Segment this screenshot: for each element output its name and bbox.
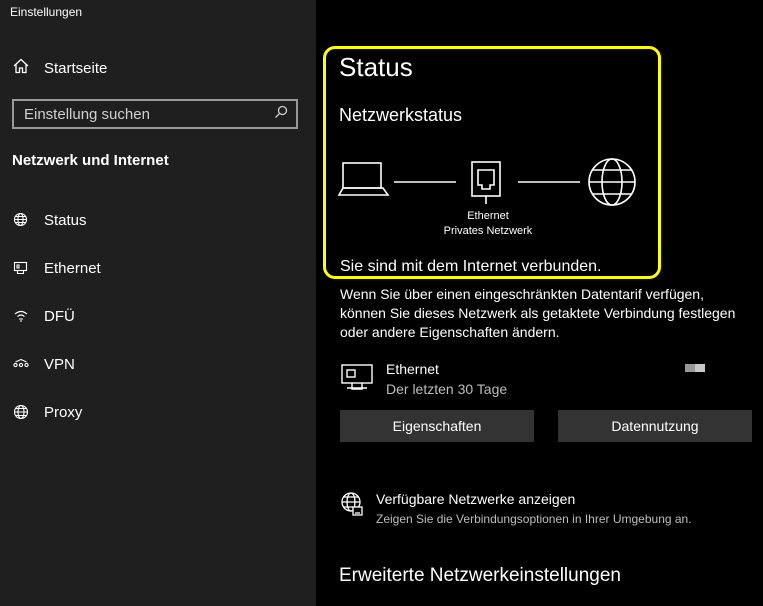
connection-subtitle: Der letzten 30 Tage bbox=[386, 381, 508, 397]
network-status-title: Netzwerkstatus bbox=[339, 105, 463, 125]
internet-globe-icon bbox=[588, 158, 636, 206]
window-title: Einstellungen bbox=[10, 5, 83, 19]
sidebar-item-dialup[interactable]: DFÜ bbox=[12, 305, 75, 327]
properties-button[interactable]: Eigenschaften bbox=[340, 410, 534, 442]
sidebar-item-vpn[interactable]: VPN bbox=[12, 353, 75, 375]
search-box[interactable] bbox=[12, 99, 298, 129]
sidebar-item-label: DFÜ bbox=[44, 307, 75, 325]
available-networks-icon bbox=[340, 491, 364, 522]
search-icon[interactable] bbox=[274, 105, 288, 124]
globe-network-icon bbox=[12, 212, 30, 228]
available-networks-title: Verfügbare Netzwerke anzeigen bbox=[376, 491, 576, 507]
data-usage-indicator bbox=[685, 364, 705, 372]
vpn-icon bbox=[12, 356, 30, 372]
home-icon bbox=[12, 57, 30, 79]
sidebar-item-status[interactable]: Status bbox=[12, 209, 87, 231]
adapter-name: Ethernet bbox=[467, 210, 509, 222]
sidebar-item-label: Ethernet bbox=[44, 259, 101, 277]
sidebar-item-proxy[interactable]: Proxy bbox=[12, 401, 82, 423]
ethernet-port-icon bbox=[471, 161, 501, 204]
ethernet-connection-row: Ethernet Der letzten 30 Tage bbox=[340, 360, 720, 400]
advanced-settings-title: Erweiterte Netzwerkeinstellungen bbox=[339, 565, 621, 586]
ethernet-pc-icon bbox=[340, 362, 374, 399]
search-input[interactable] bbox=[24, 105, 274, 123]
dialup-icon bbox=[12, 308, 30, 324]
ethernet-icon bbox=[12, 260, 30, 276]
sidebar-item-label: Status bbox=[44, 211, 87, 229]
sidebar-item-ethernet[interactable]: Ethernet bbox=[12, 257, 101, 279]
connected-status-text: Sie sind mit dem Internet verbunden. bbox=[340, 258, 602, 275]
home-link[interactable]: Startseite bbox=[12, 58, 107, 78]
network-type: Privates Netzwerk bbox=[443, 225, 533, 237]
sidebar-item-label: Proxy bbox=[44, 403, 83, 421]
globe-icon bbox=[12, 404, 30, 420]
network-diagram bbox=[336, 155, 646, 215]
sidebar: Einstellungen Startseite Netzwerk und In… bbox=[0, 0, 316, 606]
section-title: Netzwerk und Internet bbox=[12, 152, 169, 169]
available-networks-subtitle: Zeigen Sie die Verbindungsoptionen in Ih… bbox=[376, 512, 692, 526]
sidebar-item-label: VPN bbox=[44, 355, 75, 373]
metered-info-text: Wenn Sie über einen eingeschränkten Date… bbox=[340, 286, 736, 340]
connection-name: Ethernet bbox=[386, 361, 439, 377]
laptop-icon bbox=[337, 162, 390, 196]
adapter-caption: Ethernet Privates Netzwerk bbox=[428, 209, 548, 239]
data-usage-button[interactable]: Datennutzung bbox=[558, 410, 752, 442]
available-networks-link[interactable]: Verfügbare Netzwerke anzeigen Zeigen Sie… bbox=[340, 490, 750, 530]
home-label: Startseite bbox=[44, 59, 108, 77]
